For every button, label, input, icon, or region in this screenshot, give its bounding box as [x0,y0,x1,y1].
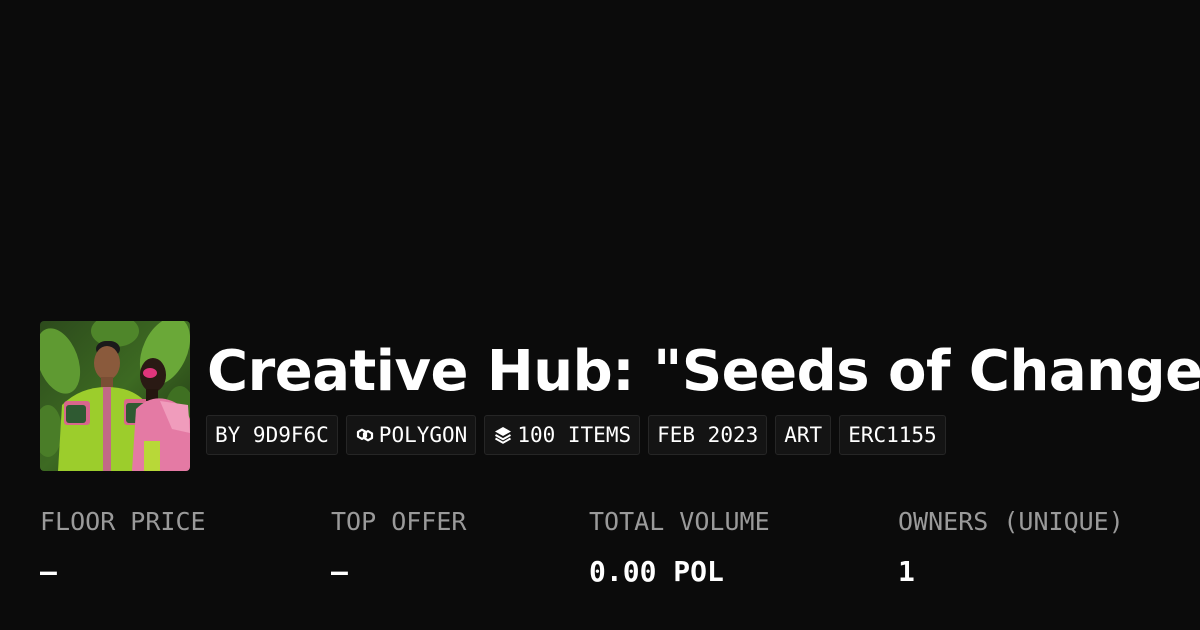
stat-label: OWNERS (UNIQUE) [898,507,1124,536]
stat-label: TOTAL VOLUME [589,507,770,536]
created-date-tag: FEB 2023 [648,415,768,455]
category-label: ART [784,423,823,447]
collection-tags: BY 9D9F6C POLYGON 100 ITEMS FEB 2023 ART… [206,415,946,455]
collection-thumbnail [40,321,190,471]
stat-floor-price: FLOOR PRICE – [40,502,206,592]
stat-value: 1 [898,555,915,588]
stat-owners: OWNERS (UNIQUE) 1 [898,502,1124,592]
token-standard-label: ERC1155 [848,423,937,447]
stat-value: 0.00 POL [589,555,724,588]
creator-tag[interactable]: BY 9D9F6C [206,415,338,455]
stat-total-volume: TOTAL VOLUME 0.00 POL [589,502,770,592]
stat-label: FLOOR PRICE [40,507,206,536]
layers-icon [493,425,513,445]
chain-tag-label: POLYGON [378,423,468,447]
stat-label: TOP OFFER [331,507,467,536]
category-tag[interactable]: ART [775,415,832,455]
stat-value: – [331,555,348,588]
token-standard-tag: ERC1155 [839,415,946,455]
items-count-tag[interactable]: 100 ITEMS [484,415,641,455]
creator-tag-label: BY 9D9F6C [215,423,329,447]
stat-value: – [40,555,57,588]
collection-title: Creative Hub: "Seeds of Change" [207,339,1200,404]
items-count-label: 100 ITEMS [517,423,632,447]
collection-artwork-image [40,321,190,471]
created-date-label: FEB 2023 [657,423,759,447]
stat-top-offer: TOP OFFER – [331,502,466,592]
polygon-chain-icon [355,425,375,445]
chain-tag[interactable]: POLYGON [345,415,477,455]
